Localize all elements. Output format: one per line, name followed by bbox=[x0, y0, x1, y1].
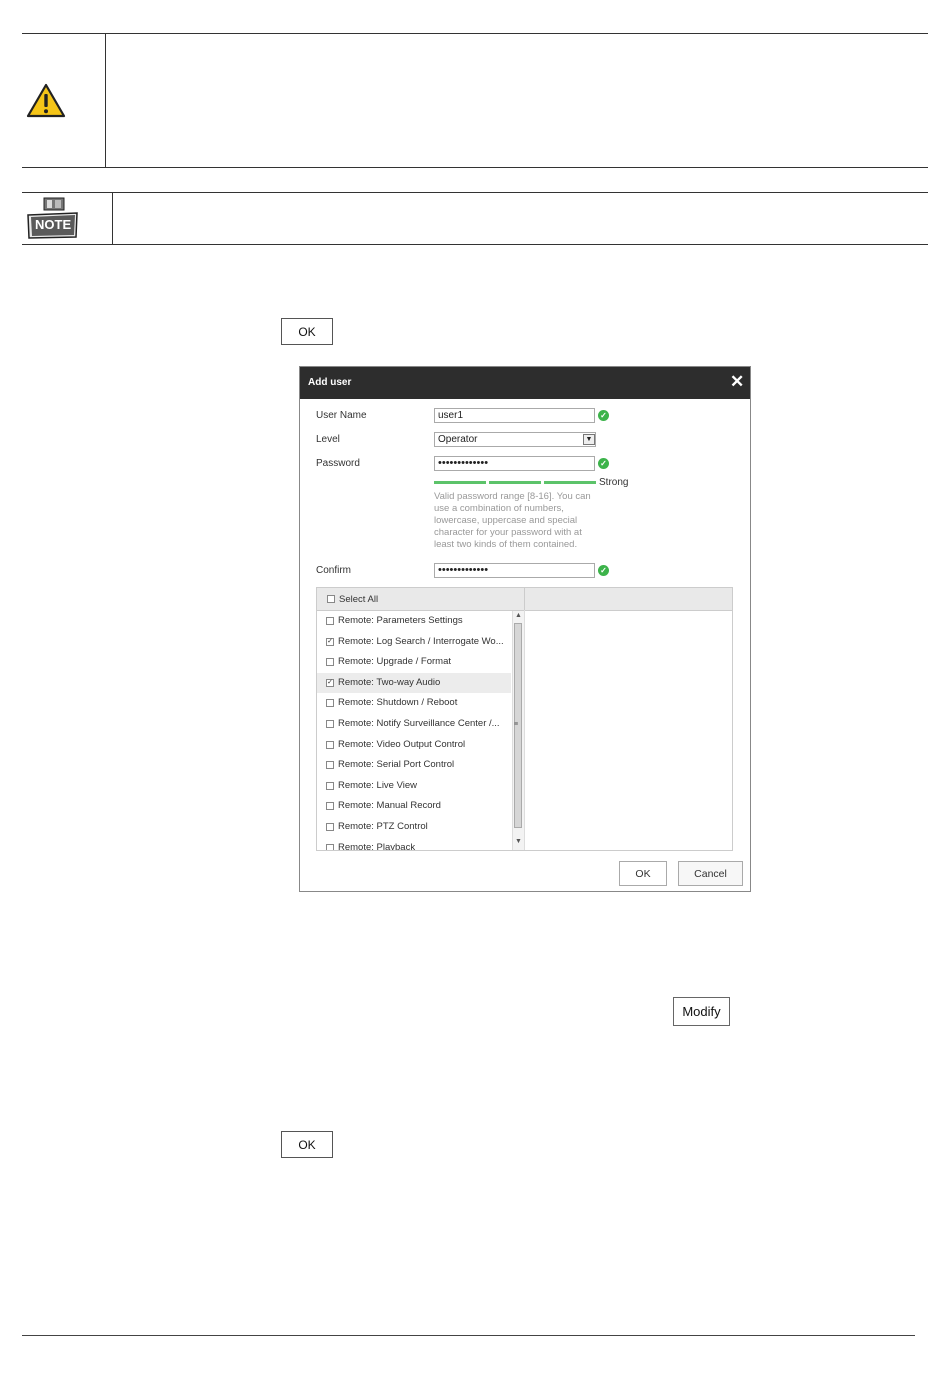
permission-row[interactable]: Remote: Serial Port Control bbox=[317, 755, 511, 775]
caution-divider bbox=[105, 33, 106, 167]
permission-row[interactable]: Remote: Playback bbox=[317, 838, 511, 851]
strength-label: Strong bbox=[599, 477, 629, 488]
password-label: Password bbox=[316, 458, 360, 469]
note-badge-text: NOTE bbox=[35, 217, 72, 232]
confirm-input[interactable]: ••••••••••••• bbox=[434, 563, 595, 578]
user-name-valid-icon: ✓ bbox=[598, 410, 609, 421]
password-input[interactable]: ••••••••••••• bbox=[434, 456, 595, 471]
level-select-value: Operator bbox=[438, 434, 478, 445]
permission-checkbox[interactable] bbox=[326, 761, 334, 770]
level-select[interactable]: Operator bbox=[434, 432, 596, 447]
scroll-up-icon[interactable]: ▲ bbox=[515, 612, 522, 619]
permission-checkbox[interactable]: ✓ bbox=[326, 637, 334, 646]
strength-bar-1 bbox=[434, 481, 486, 484]
dialog-ok-button[interactable]: OK bbox=[619, 861, 667, 886]
permission-row[interactable]: Remote: Shutdown / Reboot bbox=[317, 693, 511, 713]
close-icon[interactable]: ✕ bbox=[730, 372, 744, 392]
dialog-cancel-button[interactable]: Cancel bbox=[678, 861, 743, 886]
strength-bar-3 bbox=[544, 481, 596, 484]
permission-row[interactable]: ✓ Remote: Log Search / Interrogate Wo... bbox=[317, 632, 511, 652]
permission-row[interactable]: Remote: Live View bbox=[317, 776, 511, 796]
permission-label: Remote: Shutdown / Reboot bbox=[338, 697, 458, 709]
permission-checkbox[interactable] bbox=[326, 781, 334, 790]
dialog-header: Add user ✕ bbox=[300, 367, 750, 399]
user-name-label: User Name bbox=[316, 410, 367, 421]
scroll-down-icon[interactable]: ▼ bbox=[515, 838, 522, 845]
ok-button-top[interactable]: OK bbox=[281, 318, 333, 345]
permission-label: Remote: Notify Surveillance Center /... bbox=[338, 718, 500, 729]
dialog-title: Add user bbox=[308, 377, 352, 388]
permission-label: Remote: Manual Record bbox=[338, 800, 441, 812]
level-label: Level bbox=[316, 434, 340, 445]
column-divider bbox=[524, 610, 525, 850]
confirm-valid-icon: ✓ bbox=[598, 565, 609, 576]
permission-checkbox[interactable] bbox=[326, 740, 334, 749]
note-divider bbox=[112, 192, 113, 244]
caution-box bbox=[22, 33, 928, 168]
permission-label: Remote: Serial Port Control bbox=[338, 759, 455, 771]
permission-checkbox[interactable] bbox=[326, 802, 334, 811]
permission-row[interactable]: Remote: Upgrade / Format bbox=[317, 652, 511, 672]
permission-label: Remote: PTZ Control bbox=[338, 821, 428, 832]
permission-label: Remote: Playback bbox=[338, 841, 416, 851]
footer-rule bbox=[22, 1335, 915, 1336]
strength-bar-2 bbox=[489, 481, 541, 484]
confirm-label: Confirm bbox=[316, 565, 352, 576]
note-box bbox=[22, 192, 928, 245]
permission-row[interactable]: Remote: Video Output Control bbox=[317, 735, 511, 755]
select-all-label: Select All bbox=[339, 594, 379, 605]
permission-checkbox[interactable] bbox=[326, 617, 334, 625]
permission-checkbox[interactable] bbox=[326, 658, 334, 667]
add-user-dialog: Add user ✕ User Name user1 ✓ Level Opera… bbox=[299, 366, 751, 892]
permission-label: Remote: Upgrade / Format bbox=[338, 656, 451, 668]
user-name-input[interactable]: user1 bbox=[434, 408, 595, 423]
permission-row[interactable]: ✓ Remote: Two-way Audio bbox=[317, 672, 511, 693]
chevron-down-icon[interactable]: ▼ bbox=[583, 434, 595, 445]
permissions-panel: Select All Remote: Parameters Settings ✓ R… bbox=[316, 587, 733, 851]
ok-button-bottom[interactable]: OK bbox=[281, 1131, 333, 1158]
permission-row[interactable]: Remote: Manual Record bbox=[317, 796, 511, 816]
permission-checkbox[interactable]: ✓ bbox=[326, 678, 334, 687]
permission-label: Remote: Two-way Audio bbox=[338, 676, 441, 688]
password-valid-icon: ✓ bbox=[598, 458, 609, 469]
modify-button[interactable]: Modify bbox=[673, 997, 730, 1026]
permission-label: Remote: Log Search / Interrogate Wo... bbox=[338, 635, 504, 647]
warning-triangle-icon bbox=[26, 83, 66, 124]
permission-row[interactable]: Remote: PTZ Control bbox=[317, 817, 511, 837]
password-hint: Valid password range [8-16]. You can use… bbox=[434, 491, 591, 550]
permission-label: Remote: Live View bbox=[338, 779, 418, 791]
permission-checkbox[interactable] bbox=[326, 699, 334, 708]
permission-row[interactable]: Remote: Notify Surveillance Center /... bbox=[317, 714, 511, 734]
permission-checkbox[interactable] bbox=[326, 823, 334, 831]
scroll-grip-icon: ≡ bbox=[514, 721, 519, 728]
header-column-divider bbox=[524, 588, 525, 610]
permission-label: Remote: Video Output Control bbox=[338, 738, 466, 750]
permission-checkbox[interactable] bbox=[326, 843, 334, 850]
permission-row[interactable]: Remote: Parameters Settings bbox=[317, 611, 511, 631]
permission-label: Remote: Parameters Settings bbox=[338, 615, 463, 626]
select-all-checkbox[interactable] bbox=[327, 595, 335, 603]
note-icon: NOTE bbox=[25, 197, 80, 240]
permission-checkbox[interactable] bbox=[326, 720, 334, 728]
